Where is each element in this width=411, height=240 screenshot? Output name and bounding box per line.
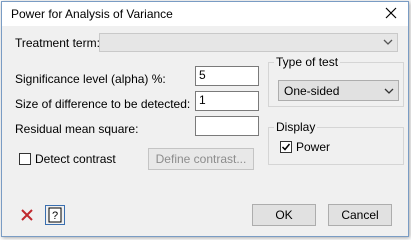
difference-label: Size of difference to be detected: [15, 97, 191, 111]
detect-contrast-label: Detect contrast [35, 152, 116, 166]
treatment-term-label: Treatment term: [15, 36, 100, 50]
dialog-window: Power for Analysis of Variance Treatment… [1, 1, 409, 237]
clear-button[interactable] [17, 205, 37, 225]
cancel-button[interactable]: Cancel [328, 204, 392, 226]
type-of-test-value: One-sided [284, 84, 340, 98]
power-checkbox[interactable] [280, 141, 292, 153]
window-title: Power for Analysis of Variance [11, 7, 173, 21]
chevron-down-icon [384, 88, 394, 94]
display-title: Display [274, 120, 318, 134]
significance-input[interactable]: 5 [195, 66, 259, 86]
close-icon[interactable] [382, 4, 400, 22]
type-of-test-select[interactable]: One-sided [278, 80, 399, 101]
detect-contrast-checkbox[interactable] [19, 153, 31, 165]
type-of-test-title: Type of test [274, 55, 341, 69]
power-label: Power [296, 140, 331, 154]
residual-label: Residual mean square: [15, 122, 139, 136]
help-icon: ? [48, 207, 62, 223]
checkmark-icon [281, 143, 291, 151]
ok-button[interactable]: OK [252, 204, 316, 226]
help-button[interactable]: ? [45, 205, 65, 225]
significance-label: Significance level (alpha) %: [15, 72, 166, 86]
treatment-term-combo[interactable] [99, 33, 398, 52]
difference-input[interactable]: 1 [195, 91, 259, 111]
title-bar: Power for Analysis of Variance [2, 2, 408, 26]
define-contrast-button[interactable]: Define contrast... [148, 148, 254, 170]
residual-input[interactable] [195, 116, 259, 136]
chevron-down-icon [383, 39, 393, 45]
red-x-icon [21, 209, 33, 221]
svg-text:?: ? [52, 210, 58, 222]
